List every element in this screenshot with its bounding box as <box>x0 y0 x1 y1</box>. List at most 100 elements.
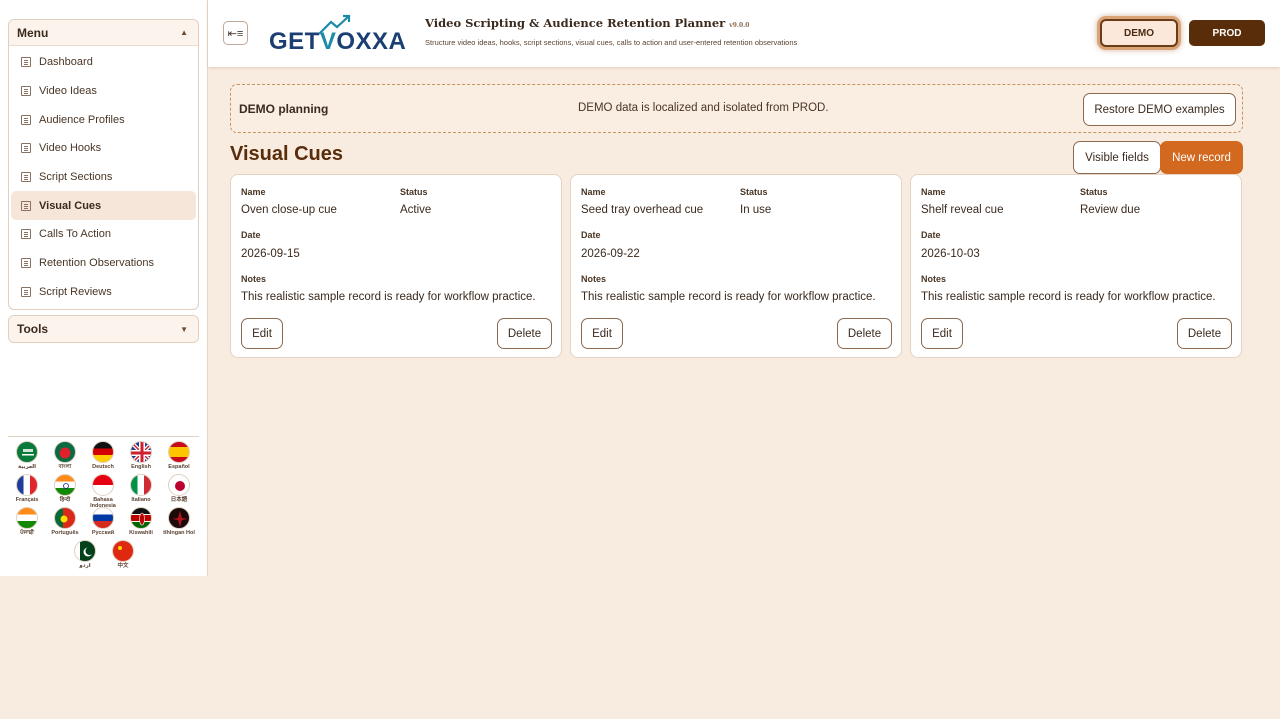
document-icon <box>21 200 31 211</box>
banner-title: DEMO planning <box>239 102 329 116</box>
sidebar-item-label: Script Sections <box>39 171 113 184</box>
record-card: Name Seed tray overhead cue Status In us… <box>570 174 902 358</box>
delete-button[interactable]: Delete <box>1177 318 1232 349</box>
visible-fields-button[interactable]: Visible fields <box>1073 141 1161 174</box>
sidebar-item-label: Audience Profiles <box>39 113 125 126</box>
field-label-name: Name <box>241 187 266 197</box>
field-label-status: Status <box>740 187 768 197</box>
sidebar-item-calls-to-action[interactable]: Calls To Action <box>11 220 196 249</box>
language-arabic[interactable]: العربية <box>8 441 46 470</box>
language-klingon[interactable]: tlhIngan Hol <box>160 507 198 536</box>
language-label: Kiswahili <box>129 530 153 536</box>
language-hindi[interactable]: हिन्दी <box>46 474 84 503</box>
app-header: ⇤≡ GET V OXXA Video Scripting & Audience R… <box>208 0 1280 67</box>
indonesia-flag-icon <box>92 474 114 496</box>
bangladesh-flag-icon <box>54 441 76 463</box>
field-label-notes: Notes <box>581 274 607 284</box>
sidebar-item-dashboard[interactable]: Dashboard <box>11 48 196 77</box>
language-german[interactable]: Deutsch <box>84 441 122 470</box>
france-flag-icon <box>16 474 38 496</box>
record-name: Seed tray overhead cue <box>581 204 704 216</box>
language-label: বাংলা <box>58 464 72 470</box>
language-label: Italiano <box>131 497 151 503</box>
italy-flag-icon <box>130 474 152 496</box>
language-label: English <box>131 464 151 470</box>
language-indonesian[interactable]: Bahasa Indonesia <box>84 474 122 509</box>
language-japanese[interactable]: 日本語 <box>160 474 198 503</box>
sidebar-item-label: Script Reviews <box>39 285 112 298</box>
language-label: العربية <box>17 464 37 470</box>
document-icon <box>21 143 31 154</box>
sidebar-item-label: Video Hooks <box>39 142 102 155</box>
chevron-down-icon: ▼ <box>180 324 188 334</box>
sidebar-item-script-sections[interactable]: Script Sections <box>11 163 196 192</box>
sidebar-item-visual-cues[interactable]: Visual Cues <box>11 191 196 221</box>
language-label: Português <box>51 530 79 536</box>
edit-button[interactable]: Edit <box>921 318 963 349</box>
new-record-button[interactable]: New record <box>1160 141 1243 174</box>
edit-button[interactable]: Edit <box>241 318 283 349</box>
language-label: Español <box>168 464 190 470</box>
document-icon <box>21 172 31 183</box>
tools-title: Tools <box>17 322 49 336</box>
field-label-date: Date <box>241 230 261 240</box>
env-prod-button[interactable]: PROD <box>1189 20 1265 46</box>
document-icon <box>21 57 31 68</box>
language-english[interactable]: English <box>122 441 160 470</box>
sidebar-item-script-reviews[interactable]: Script Reviews <box>11 278 196 307</box>
sidebar-item-label: Retention Observations <box>39 257 154 270</box>
language-punjabi[interactable]: ਪੰਜਾਬੀ <box>8 507 46 536</box>
language-italian[interactable]: Italiano <box>122 474 160 503</box>
language-label: tlhIngan Hol <box>163 530 195 536</box>
record-status: In use <box>740 204 772 216</box>
language-urdu[interactable]: اردو <box>66 540 104 569</box>
pakistan-flag-icon <box>74 540 96 562</box>
klingon-flag-icon <box>168 507 190 529</box>
app-title-text: Video Scripting & Audience Retention Pla… <box>425 16 726 30</box>
spain-flag-icon <box>168 441 190 463</box>
demo-banner: DEMO planning DEMO data is localized and… <box>230 84 1243 133</box>
edit-button[interactable]: Edit <box>581 318 623 349</box>
record-notes: This realistic sample record is ready fo… <box>241 291 536 303</box>
language-bengali[interactable]: বাংলা <box>46 441 84 470</box>
tools-panel-header[interactable]: Tools ▼ <box>9 316 198 342</box>
japan-flag-icon <box>168 474 190 496</box>
field-label-status: Status <box>400 187 428 197</box>
language-russian[interactable]: Русский <box>84 507 122 536</box>
field-label-name: Name <box>921 187 946 197</box>
sidebar-item-audience-profiles[interactable]: Audience Profiles <box>11 105 196 134</box>
language-spanish[interactable]: Español <box>160 441 198 470</box>
logo-text: GET <box>269 28 320 55</box>
field-label-name: Name <box>581 187 606 197</box>
menu-title: Menu <box>17 25 49 40</box>
language-label: 日本語 <box>170 497 188 503</box>
language-portuguese[interactable]: Português <box>46 507 84 536</box>
collapse-sidebar-button[interactable]: ⇤≡ <box>223 21 248 45</box>
language-chinese[interactable]: 中文 <box>104 540 142 569</box>
field-label-date: Date <box>921 230 941 240</box>
record-status: Active <box>400 204 432 216</box>
record-card: Name Shelf reveal cue Status Review due … <box>910 174 1242 358</box>
china-flag-icon <box>112 540 134 562</box>
delete-button[interactable]: Delete <box>497 318 552 349</box>
record-date: 2026-09-15 <box>241 248 300 260</box>
record-name: Shelf reveal cue <box>921 204 1004 216</box>
language-swahili[interactable]: Kiswahili <box>122 507 160 536</box>
portugal-flag-icon <box>54 507 76 529</box>
divider <box>8 436 199 437</box>
sidebar-item-video-hooks[interactable]: Video Hooks <box>11 134 196 163</box>
language-french[interactable]: Français <box>8 474 46 503</box>
sidebar-item-label: Visual Cues <box>39 199 102 212</box>
language-label: Deutsch <box>92 464 114 470</box>
india-flag-icon <box>16 507 38 529</box>
menu-panel-header[interactable]: Menu ▲ <box>9 20 198 46</box>
record-name: Oven close-up cue <box>241 204 337 216</box>
app-subtitle: Structure video ideas, hooks, script sec… <box>425 38 798 47</box>
sidebar-item-retention-observations[interactable]: Retention Observations <box>11 249 196 278</box>
env-demo-button[interactable]: DEMO <box>1100 19 1178 47</box>
restore-demo-button[interactable]: Restore DEMO examples <box>1083 93 1236 126</box>
chevron-up-icon: ▲ <box>180 28 188 37</box>
delete-button[interactable]: Delete <box>837 318 892 349</box>
sidebar-item-video-ideas[interactable]: Video Ideas <box>11 77 196 106</box>
sidebar-item-label: Video Ideas <box>39 85 97 98</box>
